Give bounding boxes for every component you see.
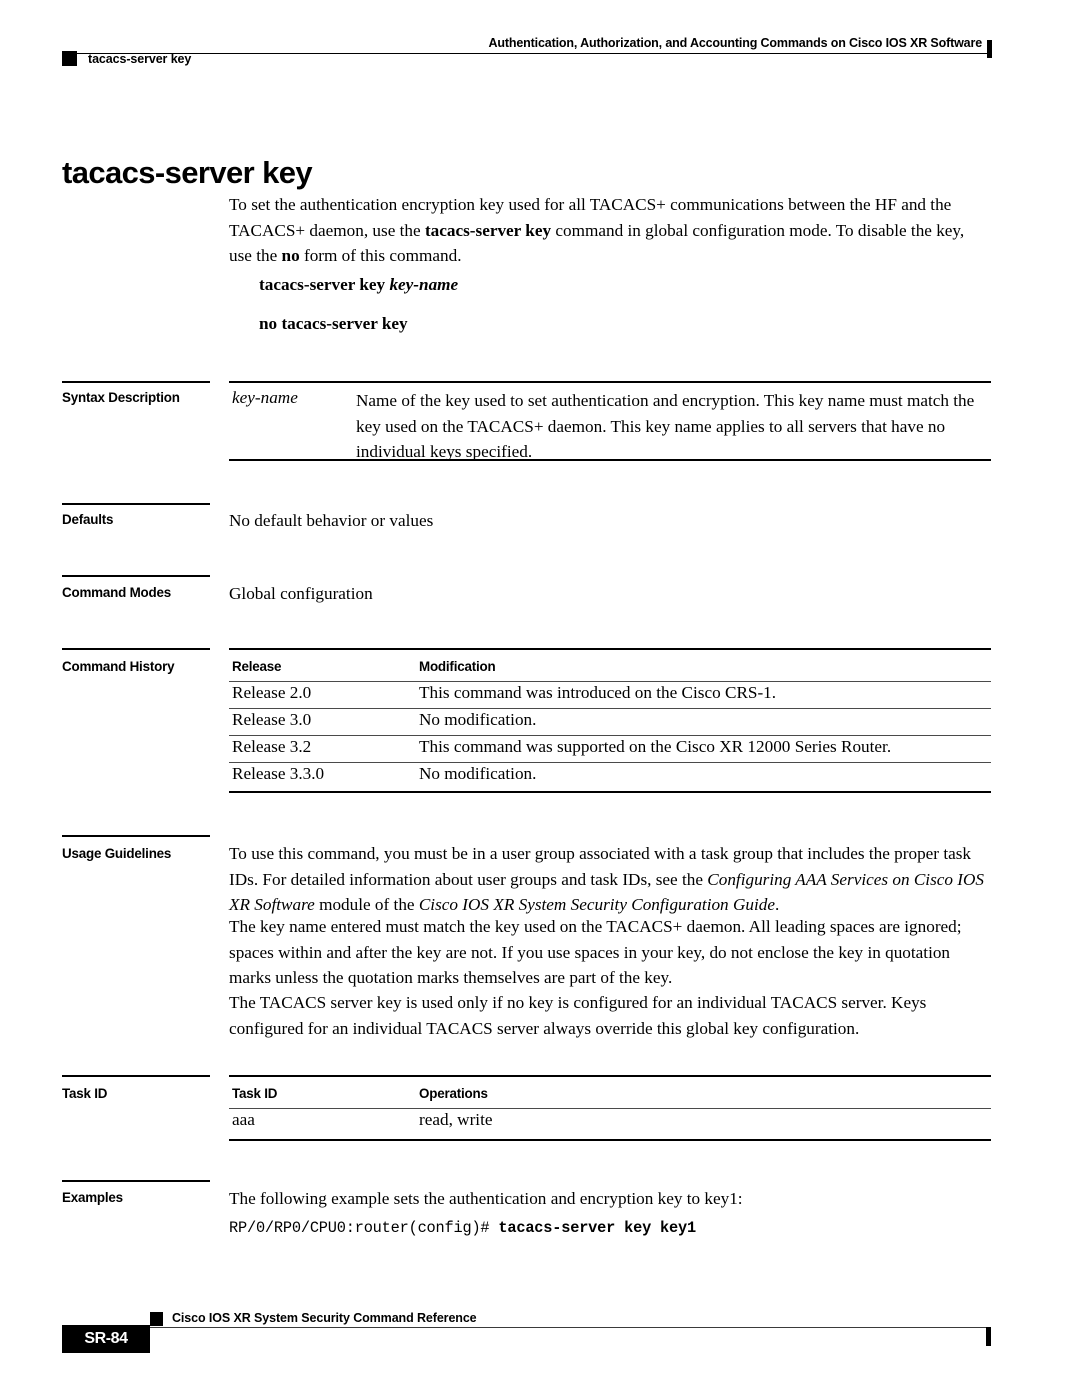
examples-intro-text: The following example sets the authentic… — [229, 1189, 743, 1208]
examples-label-rule — [62, 1180, 210, 1182]
section-label-defaults: Defaults — [62, 512, 114, 527]
command-history-row-2-release: Release 3.2 — [232, 737, 312, 756]
syntax-description-table-top-rule — [229, 381, 991, 383]
footer-page-number: SR-84 — [84, 1330, 128, 1347]
section-label-examples: Examples — [62, 1190, 123, 1205]
task-id-row-0-task-id: aaa — [232, 1110, 255, 1129]
task-id-header-rule — [229, 1108, 991, 1110]
command-history-column-header-release: Release — [232, 659, 282, 674]
usage-p1-text-c: . — [774, 895, 780, 914]
command-history-row-0-modification: This command was introduced on the Cisco… — [419, 683, 777, 702]
command-history-row-1-release: Release 3.0 — [232, 710, 312, 729]
task-id-table-bottom-rule — [229, 1139, 991, 1141]
syntax-description-text: Name of the key used to set authenticati… — [356, 391, 975, 461]
defaults-text: No default behavior or values — [229, 511, 434, 530]
footer-black-square-bullet-icon — [150, 1312, 163, 1326]
command-history-label-rule — [62, 648, 210, 650]
running-header: Authentication, Authorization, and Accou… — [62, 36, 992, 70]
cli-command: tacacs-server key key1 — [498, 1219, 696, 1237]
usage-p1-italic-guide: Cisco IOS XR System Security Configurati… — [418, 895, 775, 914]
syntax-negative-form: no tacacs-server key — [259, 314, 408, 333]
usage-p1-text-b: module of the — [314, 895, 419, 914]
command-modes-text: Global configuration — [229, 584, 373, 603]
command-history-header-rule — [229, 681, 991, 683]
section-label-command-history: Command History — [62, 659, 175, 674]
intro-bold-no: no — [281, 246, 300, 265]
syntax-command-text: tacacs-server key — [259, 275, 390, 294]
section-label-syntax-description: Syntax Description — [62, 390, 180, 405]
intro-bold-command: tacacs-server key — [424, 220, 552, 240]
running-header-rule — [62, 53, 990, 55]
syntax-argument-text: key-name — [389, 275, 459, 294]
section-label-command-modes: Command Modes — [62, 585, 171, 600]
command-history-row-3-modification: No modification. — [419, 764, 537, 783]
command-history-column-header-modification: Modification — [419, 659, 496, 674]
section-label-usage-guidelines: Usage Guidelines — [62, 846, 172, 861]
task-id-column-header-task-id: Task ID — [232, 1086, 278, 1101]
intro-paragraph: To set the authentication encryption key… — [229, 192, 991, 269]
syntax-description-label-rule — [62, 381, 210, 383]
command-history-table-bottom-rule — [229, 791, 991, 793]
black-square-bullet-icon — [62, 51, 77, 66]
defaults-label-rule — [62, 503, 210, 505]
command-history-row-rule-1 — [229, 708, 991, 710]
footer-edge-tick — [986, 1327, 991, 1346]
usage-guidelines-paragraph-3: The TACACS server key is used only if no… — [229, 993, 927, 1038]
command-history-row-0-release: Release 2.0 — [232, 683, 312, 702]
running-header-command-name: tacacs-server key — [88, 52, 192, 66]
footer-rule — [150, 1327, 990, 1329]
footer-book-title: Cisco IOS XR System Security Command Ref… — [172, 1311, 477, 1325]
examples-code-line: RP/0/RP0/CPU0:router(config)# tacacs-ser… — [229, 1219, 696, 1237]
command-history-row-3-release: Release 3.3.0 — [232, 764, 325, 783]
command-history-row-2-modification: This command was supported on the Cisco … — [419, 737, 892, 756]
command-history-table-top-rule — [229, 648, 991, 650]
usage-guidelines-paragraph-2: The key name entered must match the key … — [229, 917, 962, 987]
command-history-row-1-modification: No modification. — [419, 710, 537, 729]
running-header-chapter-title: Authentication, Authorization, and Accou… — [488, 36, 983, 50]
running-header-edge-tick — [987, 40, 992, 58]
task-id-label-rule — [62, 1075, 210, 1077]
cli-prompt: RP/0/RP0/CPU0:router(config)# — [229, 1219, 499, 1237]
usage-guidelines-paragraph-1: To use this command, you must be in a us… — [229, 841, 991, 918]
section-label-task-id: Task ID — [62, 1086, 108, 1101]
syntax-description-table-bottom-rule — [229, 459, 991, 461]
command-history-row-rule-2 — [229, 735, 991, 737]
document-page: Authentication, Authorization, and Accou… — [0, 0, 1080, 1397]
task-id-row-0-operations: read, write — [419, 1110, 493, 1129]
page-title: tacacs-server key — [62, 154, 313, 190]
syntax-positive-form: tacacs-server key key-name — [259, 275, 458, 295]
usage-guidelines-label-rule — [62, 835, 210, 837]
intro-text-part3: form of this command. — [299, 246, 462, 265]
task-id-table-top-rule — [229, 1075, 991, 1077]
task-id-column-header-operations: Operations — [419, 1086, 488, 1101]
command-history-row-rule-3 — [229, 762, 991, 764]
command-modes-label-rule — [62, 575, 210, 577]
syntax-description-argument: key-name — [232, 388, 298, 407]
